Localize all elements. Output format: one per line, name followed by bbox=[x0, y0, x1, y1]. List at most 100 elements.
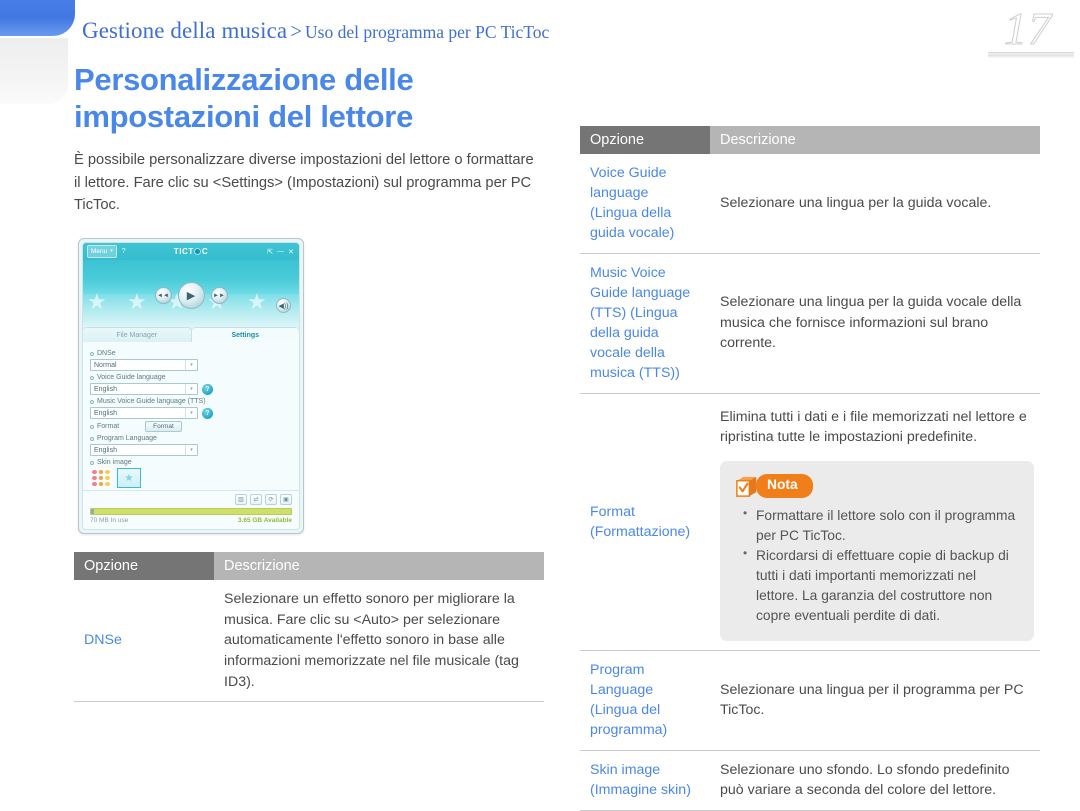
format-label-row: Format bbox=[90, 423, 119, 430]
storage-used-segment bbox=[91, 509, 94, 515]
music-voice-guide-label-row: Music Voice Guide language (TTS) bbox=[90, 398, 292, 405]
cell-description-skin-image: Selezionare uno sfondo. Lo sfondo predef… bbox=[710, 750, 1040, 811]
breadcrumb: Gestione della musica > Uso del programma … bbox=[82, 18, 549, 44]
app-tabs: File Manager Settings bbox=[83, 327, 299, 343]
cell-description-voice-guide-language: Selezionare una lingua per la guida voca… bbox=[710, 154, 1040, 254]
option-line: musica (TTS)) bbox=[590, 365, 680, 382]
column-header-description: Descrizione bbox=[214, 552, 544, 581]
skin-image-label-row: Skin image bbox=[90, 459, 292, 466]
option-line: vocale della bbox=[590, 345, 665, 362]
tictoc-logo: TICT C bbox=[83, 247, 299, 256]
dnse-label: DNSe bbox=[97, 350, 116, 358]
column-header-option: Opzione bbox=[74, 552, 214, 581]
option-line: (Lingua del bbox=[590, 702, 661, 719]
voice-guide-value: English bbox=[94, 385, 117, 393]
skin-option-dots[interactable] bbox=[90, 468, 112, 489]
column-header-description: Descrizione bbox=[710, 126, 1040, 154]
option-line: (TTS) (Lingua bbox=[590, 304, 678, 321]
option-line: Music Voice bbox=[590, 264, 666, 281]
table-header-row: Opzione Descrizione bbox=[580, 126, 1040, 154]
option-line: (Formattazione) bbox=[590, 523, 691, 540]
note-list: Formattare il lettore solo con il progra… bbox=[734, 505, 1020, 626]
column-header-option: Opzione bbox=[580, 126, 710, 154]
skin-image-label: Skin image bbox=[97, 459, 132, 467]
chevron-down-icon: ▾ bbox=[185, 408, 197, 419]
cell-description-music-voice-guide-language: Selezionare una lingua per la guida voca… bbox=[710, 253, 1040, 394]
breadcrumb-separator: > bbox=[290, 19, 303, 43]
cell-description-dnse: Selezionare un effetto sonoro per miglio… bbox=[214, 580, 544, 703]
cell-option-music-voice-guide-language: Music Voice Guide language (TTS) (Lingua… bbox=[580, 253, 710, 394]
note-box: Nota Formattare il lettore solo con il p… bbox=[720, 460, 1034, 641]
option-line: della guida bbox=[590, 325, 659, 342]
format-button[interactable]: Format bbox=[145, 420, 182, 432]
note-badge-label: Nota bbox=[756, 474, 813, 499]
tictoc-pc-program-screenshot: Menu ▾ ? TICTC ⇱ — ✕ ★ ★ ★ ★ ★ bbox=[78, 238, 304, 535]
header-gray-block bbox=[0, 38, 68, 104]
skin-image-options: ★ bbox=[90, 468, 292, 489]
tab-file-manager[interactable]: File Manager bbox=[83, 327, 192, 343]
table-row: Program Language (Lingua del programma) … bbox=[580, 650, 1040, 751]
dnse-select[interactable]: Normal ▾ bbox=[90, 359, 198, 372]
table-row: Voice Guide language (Lingua della guida… bbox=[580, 154, 1040, 254]
option-line: Voice Guide bbox=[590, 165, 667, 181]
play-button[interactable]: ▶ bbox=[177, 282, 205, 310]
bullet-icon bbox=[90, 351, 94, 356]
storage-in-use-label: 70 MB In use bbox=[90, 517, 129, 525]
cell-option-voice-guide-language: Voice Guide language (Lingua della guida… bbox=[580, 154, 710, 254]
program-language-select[interactable]: English ▾ bbox=[90, 444, 198, 457]
table-row: Music Voice Guide language (TTS) (Lingua… bbox=[580, 253, 1040, 394]
page-number: 17 bbox=[1004, 3, 1052, 55]
page-title: Personalizzazione delle impostazioni del… bbox=[74, 62, 544, 135]
bullet-icon bbox=[90, 375, 94, 380]
note-list-item: Ricordarsi di effettuare copie di backup… bbox=[743, 545, 1020, 625]
voice-guide-label-row: Voice Guide language bbox=[90, 374, 292, 381]
app-footer: ▥ ⇄ ⟳ ▣ 70 MB In use 3.65 GB Available bbox=[83, 490, 299, 530]
footer-icon-row: ▥ ⇄ ⟳ ▣ bbox=[90, 494, 292, 506]
voice-guide-help-icon[interactable]: ? bbox=[202, 383, 213, 395]
skin-option-stars[interactable]: ★ bbox=[117, 468, 141, 489]
dnse-label-row: DNSe bbox=[90, 350, 292, 357]
volume-button[interactable]: ◀)) bbox=[276, 298, 291, 314]
app-star-strip: ★ ★ ★ ★ ★ ◄◄ ▶ ►► ◀)) bbox=[83, 282, 299, 328]
equalizer-icon[interactable]: ▥ bbox=[235, 494, 247, 506]
sync-icon[interactable]: ⇄ bbox=[250, 494, 262, 506]
intro-paragraph: È possibile personalizzare diverse impos… bbox=[74, 152, 534, 213]
breadcrumb-main: Gestione della musica bbox=[82, 18, 288, 43]
table-row: DNSe Selezionare un effetto sonoro per m… bbox=[74, 580, 544, 703]
program-language-label-row: Program Language bbox=[90, 435, 292, 442]
options-table-right: Opzione Descrizione Voice Guide language… bbox=[580, 126, 1040, 811]
bullet-icon bbox=[90, 460, 94, 465]
page-title-line1: Personalizzazione delle bbox=[74, 62, 414, 97]
voice-guide-label: Voice Guide language bbox=[97, 374, 166, 382]
option-line: (Immagine skin) bbox=[590, 782, 691, 799]
breadcrumb-sub: Uso del programma per PC TicToc bbox=[305, 22, 550, 42]
cell-description-program-language: Selezionare una lingua per il programma … bbox=[710, 650, 1040, 751]
option-line: programma) bbox=[590, 722, 668, 739]
right-column: Opzione Descrizione Voice Guide language… bbox=[580, 126, 1040, 811]
chevron-down-icon: ▾ bbox=[185, 384, 197, 395]
music-voice-guide-help-icon[interactable]: ? bbox=[202, 407, 213, 419]
table-header-row: Opzione Descrizione bbox=[74, 552, 544, 581]
chevron-down-icon: ▾ bbox=[185, 445, 197, 456]
refresh-icon[interactable]: ⟳ bbox=[265, 494, 277, 506]
tictoc-logo-left: TICT bbox=[173, 247, 194, 257]
table-row: Format (Formattazione) Elimina tutti i d… bbox=[580, 393, 1040, 651]
table-row: Skin image (Immagine skin) Selezionare u… bbox=[580, 750, 1040, 811]
voice-guide-select[interactable]: English ▾ bbox=[90, 383, 198, 396]
note-list-item: Formattare il lettore solo con il progra… bbox=[743, 505, 1020, 546]
page-title-line2: impostazioni del lettore bbox=[74, 98, 414, 134]
device-icon[interactable]: ▣ bbox=[280, 494, 292, 506]
options-table-left: Opzione Descrizione DNSe Selezionare un … bbox=[74, 552, 544, 703]
music-voice-guide-select[interactable]: English ▾ bbox=[90, 407, 198, 420]
option-line: language bbox=[590, 185, 649, 202]
option-line: guida vocale) bbox=[590, 225, 675, 242]
program-language-label: Program Language bbox=[97, 435, 157, 443]
transport-controls: ◄◄ ▶ ►► bbox=[83, 282, 299, 310]
option-line: (Lingua della bbox=[590, 205, 672, 222]
storage-labels: 70 MB In use 3.65 GB Available bbox=[90, 517, 292, 524]
tab-settings[interactable]: Settings bbox=[191, 327, 299, 343]
next-button[interactable]: ►► bbox=[210, 287, 228, 305]
option-line: Language bbox=[590, 682, 654, 699]
previous-button[interactable]: ◄◄ bbox=[154, 287, 172, 305]
option-line: Skin image bbox=[590, 761, 661, 778]
